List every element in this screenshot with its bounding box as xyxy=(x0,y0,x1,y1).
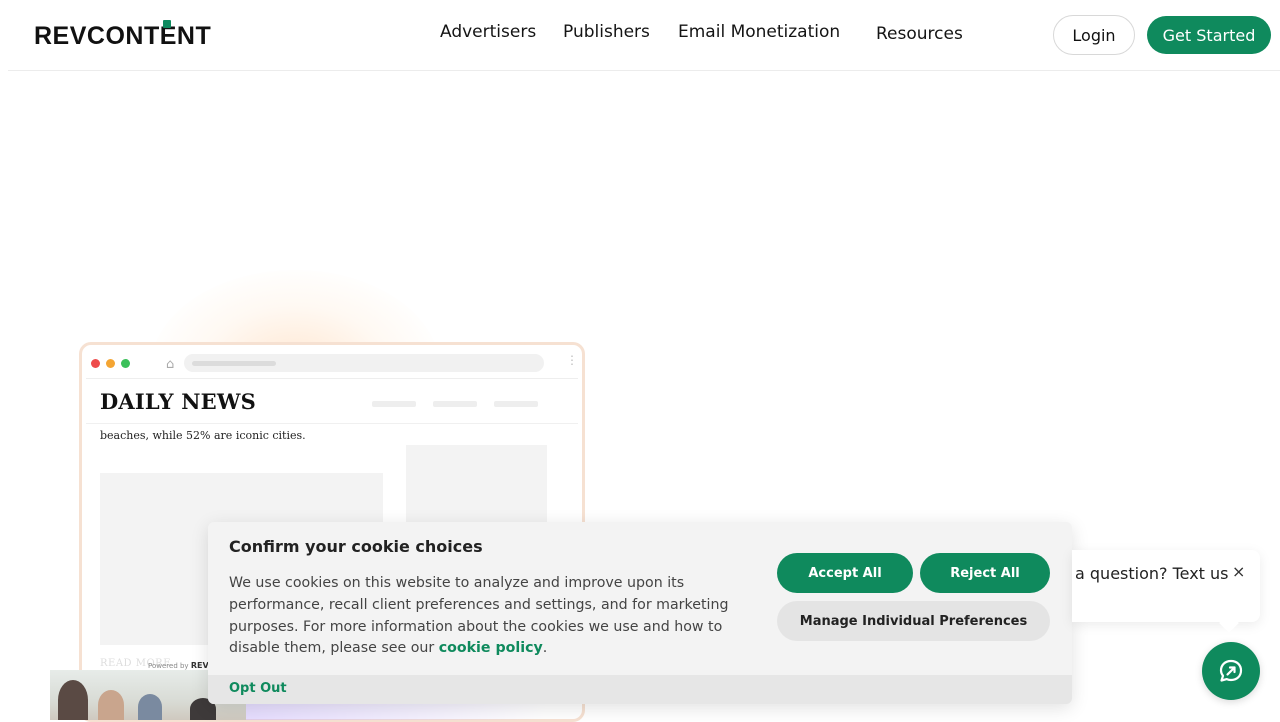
close-icon[interactable]: × xyxy=(1232,562,1245,581)
chat-launcher-button[interactable] xyxy=(1202,642,1260,700)
window-maximize-dot-icon xyxy=(121,359,130,368)
home-icon: ⌂ xyxy=(166,357,175,372)
nav-advertisers[interactable]: Advertisers xyxy=(440,22,536,42)
logo-accent-icon xyxy=(163,20,171,28)
nav-publishers[interactable]: Publishers xyxy=(563,22,650,42)
window-minimize-dot-icon xyxy=(106,359,115,368)
cookie-consent-banner: Confirm your cookie choices We use cooki… xyxy=(208,522,1072,704)
more-vertical-icon: ⋮ xyxy=(566,353,578,367)
cookie-policy-link[interactable]: cookie policy xyxy=(439,640,543,656)
mock-address-bar xyxy=(184,354,544,372)
window-close-dot-icon xyxy=(91,359,100,368)
mock-powered-by: Powered by REVC xyxy=(148,661,215,670)
chat-prompt-text: a question? Text us xyxy=(1075,564,1229,583)
chat-icon xyxy=(1219,659,1243,682)
mock-brand-logo: DAILY NEWS xyxy=(100,389,257,414)
accept-all-button[interactable]: Accept All xyxy=(777,553,913,593)
header-divider xyxy=(8,70,1280,71)
cookie-description: We use cookies on this website to analyz… xyxy=(229,575,729,657)
mock-caption: beaches, while 52% are iconic cities. xyxy=(100,429,306,442)
opt-out-bar: Opt Out xyxy=(208,675,1072,704)
revcontent-logo[interactable]: REVCONTENT xyxy=(34,20,212,50)
reject-all-button[interactable]: Reject All xyxy=(920,553,1050,593)
login-button[interactable]: Login xyxy=(1053,15,1135,55)
site-header: REVCONTENT Advertisers Publishers Email … xyxy=(0,0,1280,70)
manage-preferences-button[interactable]: Manage Individual Preferences xyxy=(777,601,1050,641)
nav-resources[interactable]: Resources xyxy=(876,24,963,44)
chat-prompt-bubble[interactable]: a question? Text us × xyxy=(1072,550,1260,622)
cookie-title: Confirm your cookie choices xyxy=(229,537,483,556)
get-started-button[interactable]: Get Started xyxy=(1147,16,1271,54)
logo-text: REVCONTENT xyxy=(34,21,212,50)
nav-email-monetization[interactable]: Email Monetization xyxy=(678,22,840,42)
opt-out-link[interactable]: Opt Out xyxy=(229,681,287,696)
